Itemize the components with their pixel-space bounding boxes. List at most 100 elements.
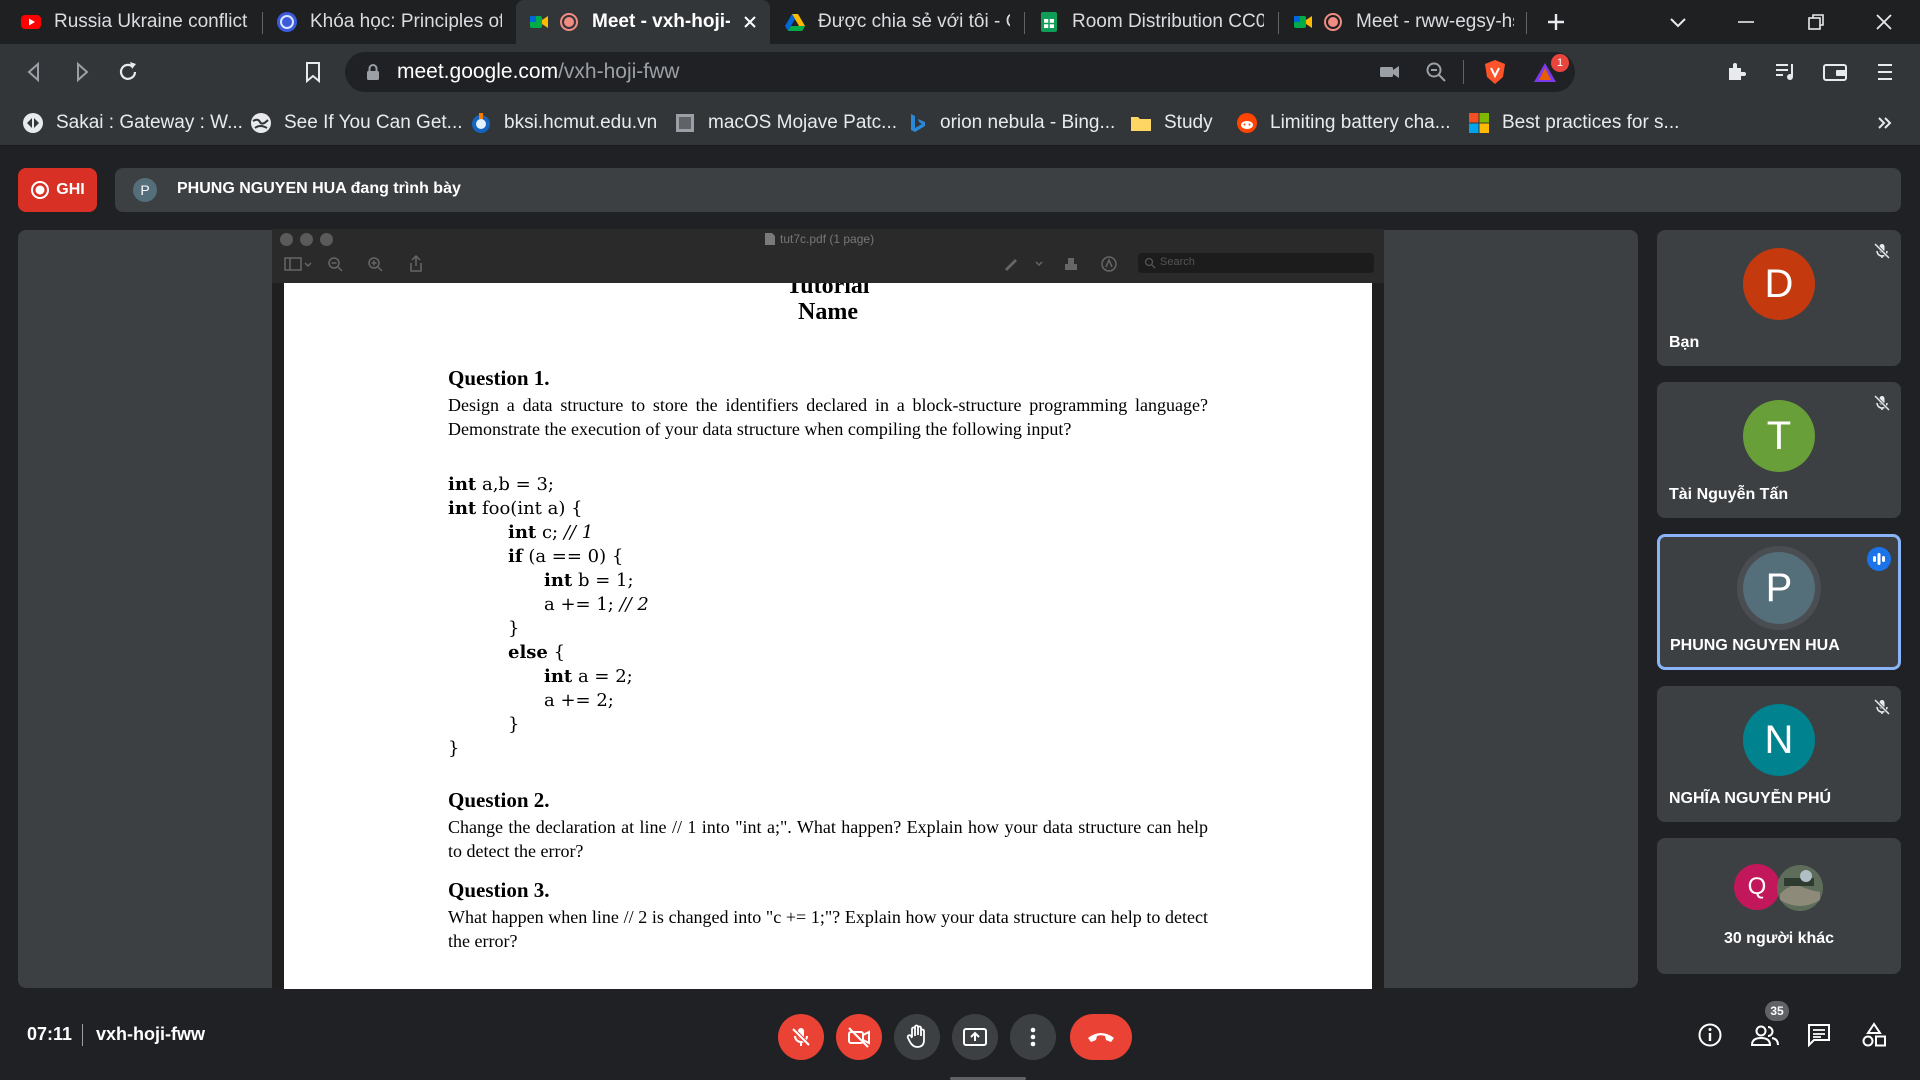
camera-toggle-button[interactable] <box>836 1014 882 1060</box>
close-window-icon[interactable] <box>1874 12 1894 32</box>
participant-tile-you[interactable]: D Bạn <box>1657 230 1901 366</box>
bookmark-bksi[interactable]: bksi.hcmut.edu.vn <box>470 100 657 146</box>
more-options-button[interactable] <box>1010 1014 1056 1060</box>
tab-divider <box>1526 12 1527 34</box>
bookmark-bing[interactable]: orion nebula - Bing... <box>906 100 1115 146</box>
globe-icon <box>251 113 271 133</box>
meeting-time: 07:11 <box>27 1024 73 1044</box>
google-meet-icon <box>530 16 548 28</box>
sakai-icon <box>23 113 43 133</box>
code-line: else { <box>448 641 649 665</box>
recording-indicator[interactable]: GHI <box>18 168 97 212</box>
chat-icon[interactable] <box>1806 1022 1832 1048</box>
meeting-code: vxh-hoji-fww <box>96 1024 205 1044</box>
participant-tile-nghia[interactable]: N NGHĨA NGUYỄN PHÚ <box>1657 686 1901 822</box>
tab-divider <box>1278 12 1279 34</box>
bookmark-label: Study <box>1164 112 1213 133</box>
bookmark-reddit[interactable]: Limiting battery cha... <box>1236 100 1451 146</box>
brave-shields-icon[interactable] <box>1483 59 1507 85</box>
code-text: } <box>508 618 520 639</box>
google-drive-icon <box>785 14 805 31</box>
activities-icon[interactable] <box>1860 1021 1888 1049</box>
bookmark-sakai[interactable]: Sakai : Gateway : W... <box>22 100 243 146</box>
rewards-badge: 1 <box>1551 54 1569 72</box>
minimize-icon[interactable] <box>1736 13 1756 31</box>
bksi-icon <box>472 113 490 133</box>
participant-tile-tai[interactable]: T Tài Nguyễn Tấn <box>1657 382 1901 518</box>
more-bookmarks-chevron-icon[interactable] <box>1876 114 1894 132</box>
close-tab-icon[interactable] <box>742 14 758 30</box>
menu-icon[interactable] <box>1875 61 1895 83</box>
meeting-details-icon[interactable] <box>1697 1022 1723 1048</box>
code-text: c; <box>536 522 564 543</box>
camera-off-icon <box>848 1027 870 1048</box>
pdf-file-title[interactable]: tut7c.pdf (1 page) <box>780 232 874 246</box>
code-line: } <box>448 737 649 761</box>
code-keyword: int <box>448 474 477 495</box>
tab-search-chevron-icon[interactable] <box>1668 13 1688 31</box>
code-line: a += 2; <box>448 689 649 713</box>
pdf-search-field[interactable]: Search <box>1138 253 1374 273</box>
stamp-icon[interactable] <box>1062 255 1080 273</box>
address-bar[interactable]: meet.google.com/vxh-hoji-fww 1 <box>345 52 1575 92</box>
question-1-heading: Question 1. <box>448 366 550 390</box>
code-line: int a,b = 3; <box>448 473 649 497</box>
page-icon <box>676 114 694 132</box>
more-vert-icon <box>1030 1027 1036 1047</box>
raise-hand-icon <box>906 1024 925 1048</box>
time-code-divider <box>82 1024 83 1046</box>
zoom-dot[interactable] <box>320 233 333 246</box>
close-dot[interactable] <box>280 233 293 246</box>
others-tile[interactable]: Q 30 người khác <box>1657 838 1901 974</box>
annotate-circle-icon[interactable] <box>1100 255 1118 273</box>
reload-icon[interactable] <box>116 60 140 84</box>
media-queue-icon[interactable] <box>1773 60 1797 84</box>
google-meet-icon <box>1294 16 1312 28</box>
pdf-page: Tutorial Name Question 1. Design a data … <box>284 283 1372 989</box>
bookmark-page-icon[interactable] <box>302 60 324 84</box>
extensions-puzzle-icon[interactable] <box>1725 60 1749 84</box>
zoom-in-icon[interactable] <box>366 255 384 273</box>
browser-tab-2[interactable]: Khóa học: Principles of Pr <box>264 0 514 44</box>
raise-hand-button[interactable] <box>894 1014 940 1060</box>
participant-tile-presenter[interactable]: P PHUNG NGUYEN HUA <box>1657 534 1901 670</box>
code-text: b = 1; <box>572 570 634 591</box>
people-count-badge: 35 <box>1765 1001 1789 1021</box>
wallet-icon[interactable] <box>1822 60 1848 84</box>
browser-tab-6[interactable]: Meet - rww-egsy-hsw <box>1280 0 1526 44</box>
bookmark-macos[interactable]: macOS Mojave Patc... <box>674 100 897 146</box>
code-text: a,b = 3; <box>476 474 554 495</box>
recording-icon <box>31 181 50 199</box>
back-icon[interactable] <box>22 60 46 84</box>
tab-title: Russia Ukraine conflict: P <box>54 11 248 32</box>
mic-toggle-button[interactable] <box>778 1014 824 1060</box>
bookmark-study-folder[interactable]: Study <box>1130 100 1213 146</box>
camera-in-use-icon[interactable] <box>1379 62 1401 82</box>
course-site-icon <box>277 12 297 32</box>
others-avatar-photo <box>1777 865 1823 911</box>
sidebar-toggle-icon[interactable] <box>284 255 314 273</box>
google-sheets-icon <box>1041 12 1057 32</box>
browser-tab-5[interactable]: Room Distribution CC02 <box>1026 0 1276 44</box>
browser-tab-1[interactable]: Russia Ukraine conflict: P <box>8 0 260 44</box>
new-tab-plus-icon[interactable] <box>1545 11 1567 33</box>
participant-name: Bạn <box>1669 334 1700 351</box>
bookmark-microsoft[interactable]: Best practices for s... <box>1468 100 1679 146</box>
markup-pen-icon[interactable] <box>1002 255 1046 273</box>
browser-tab-3-active[interactable]: Meet - vxh-hoji-fw <box>516 0 770 44</box>
people-icon[interactable] <box>1750 1022 1780 1048</box>
bookmark-see-if[interactable]: See If You Can Get... <box>250 100 463 146</box>
leave-call-button[interactable] <box>1070 1014 1132 1060</box>
question-3-text: What happen when line // 2 is changed in… <box>448 907 1208 951</box>
share-icon[interactable] <box>408 254 424 274</box>
zoom-out-icon[interactable] <box>326 255 344 273</box>
present-screen-button[interactable] <box>952 1014 998 1060</box>
browser-tab-4[interactable]: Được chia sẻ với tôi - Go <box>772 0 1022 44</box>
minimize-dot[interactable] <box>300 233 313 246</box>
presenter-avatar: P <box>133 178 157 202</box>
restore-icon[interactable] <box>1806 12 1826 32</box>
others-count-label: 30 người khác <box>1723 930 1835 947</box>
tab-divider <box>262 12 263 34</box>
zoom-icon[interactable] <box>1425 61 1447 83</box>
forward-icon[interactable] <box>70 60 94 84</box>
